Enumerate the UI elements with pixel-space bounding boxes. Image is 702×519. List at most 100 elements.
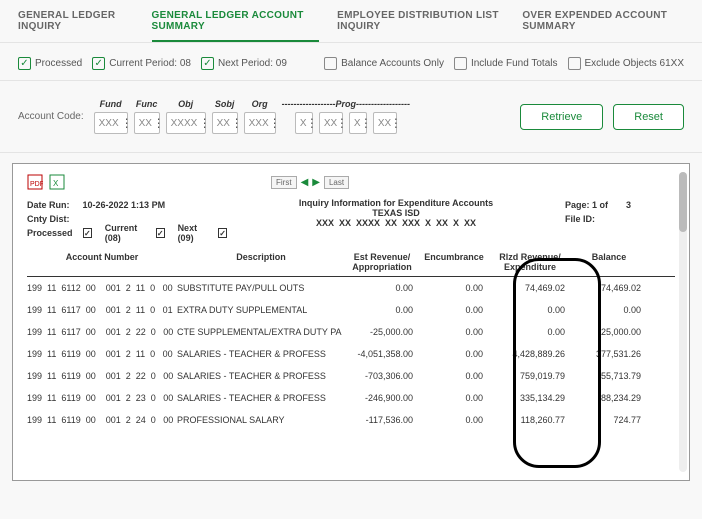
processed-label: Processed [27, 228, 73, 238]
cell-est-revenue: -246,900.00 [345, 393, 419, 403]
tab-over-expended-account-summary[interactable]: OVER EXPENDED ACCOUNT SUMMARY [522, 10, 684, 42]
retrieve-button[interactable]: Retrieve [520, 104, 603, 130]
account-code-label: Account Code: [18, 111, 84, 122]
cell-balance: 55,713.79 [571, 371, 647, 381]
grid-body: 199 11 6112 00 001 2 11 0 00SUBSTITUTE P… [27, 277, 675, 431]
table-row: 199 11 6119 00 001 2 23 0 00SALARIES - T… [27, 387, 675, 409]
account-seg-sobj: Sobj XX [212, 99, 238, 134]
checkbox-include-fund-totals[interactable]: Include Fund Totals [454, 57, 558, 70]
prog2-input[interactable]: XX [319, 112, 343, 134]
date-run-value: 10-26-2022 1:13 PM [83, 200, 166, 210]
prog3-input[interactable]: X [349, 112, 367, 134]
func-input[interactable]: XX [134, 112, 160, 134]
col-rlzd-revenue: Rlzd Revenue/Expenditure [489, 252, 571, 272]
cell-balance: 377,531.26 [571, 349, 647, 359]
table-row: 199 11 6119 00 001 2 22 0 00SALARIES - T… [27, 365, 675, 387]
col-est-revenue: Est Revenue/Appropriation [345, 252, 419, 272]
cell-rlzd-revenue: 0.00 [489, 305, 571, 315]
tab-general-ledger-inquiry[interactable]: GENERAL LEDGER INQUIRY [18, 10, 134, 42]
seg-label: Org [252, 99, 268, 109]
grid-header: Account Number Description Est Revenue/A… [27, 244, 675, 277]
seg-label: Sobj [215, 99, 235, 109]
excel-icon[interactable]: X [49, 174, 65, 190]
cell-est-revenue: -703,306.00 [345, 371, 419, 381]
cell-description: SALARIES - TEACHER & PROFESS [177, 393, 345, 403]
col-account-number: Account Number [27, 252, 177, 272]
cell-rlzd-revenue: 4,428,889.26 [489, 349, 571, 359]
cell-balance: 74,469.02 [571, 283, 647, 293]
checkbox-label: Balance Accounts Only [341, 58, 444, 69]
report-toolbar: PDF X First ◀ ▶ Last [27, 174, 675, 190]
cell-description: PROFESSIONAL SALARY [177, 415, 345, 425]
scrollbar-thumb[interactable] [679, 172, 687, 232]
account-seg-func: Func XX [134, 99, 160, 134]
table-row: 199 11 6119 00 001 2 24 0 00PROFESSIONAL… [27, 409, 675, 431]
report-title: Inquiry Information for Expenditure Acco… [227, 198, 565, 208]
report-panel: PDF X First ◀ ▶ Last Date Run: 10-26-202… [12, 163, 690, 481]
next-page-icon[interactable]: ▶ [312, 177, 320, 188]
cell-rlzd-revenue: 759,019.79 [489, 371, 571, 381]
pdf-icon[interactable]: PDF [27, 174, 43, 190]
checkbox-balance-accounts-only[interactable]: Balance Accounts Only [324, 57, 444, 70]
cell-encumbrance: 0.00 [419, 327, 489, 337]
cell-balance: 0.00 [571, 305, 647, 315]
cell-encumbrance: 0.00 [419, 349, 489, 359]
checkbox-processed[interactable]: ✓ Processed [18, 57, 82, 70]
sobj-input[interactable]: XX [212, 112, 238, 134]
checkbox-exclude-objects-61xx[interactable]: Exclude Objects 61XX [568, 57, 685, 70]
tab-general-ledger-account-summary[interactable]: GENERAL LEDGER ACCOUNT SUMMARY [152, 10, 320, 42]
checkbox-current-period[interactable]: ✓ Current Period: 08 [92, 57, 191, 70]
cell-description: EXTRA DUTY SUPPLEMENTAL [177, 305, 345, 315]
check-icon: ✓ [83, 228, 92, 238]
page-label: Page: 1 of [565, 200, 608, 210]
fund-input[interactable]: XXX [94, 112, 128, 134]
scrollbar[interactable] [679, 172, 687, 472]
seg-label: Func [136, 99, 158, 109]
col-description: Description [177, 252, 345, 272]
cell-encumbrance: 0.00 [419, 415, 489, 425]
prog4-input[interactable]: XX [373, 112, 397, 134]
account-seg-obj: Obj XXXX [166, 99, 206, 134]
cell-description: SUBSTITUTE PAY/PULL OUTS [177, 283, 345, 293]
last-page-button[interactable]: Last [324, 176, 349, 189]
check-icon: ✓ [18, 57, 31, 70]
account-seg-org: Org XXX [244, 99, 276, 134]
cell-balance: 88,234.29 [571, 393, 647, 403]
cell-encumbrance: 0.00 [419, 371, 489, 381]
checkbox-label: Processed [35, 58, 82, 69]
org-input[interactable]: XXX [244, 112, 276, 134]
seg-label: Obj [178, 99, 193, 109]
reset-button[interactable]: Reset [613, 104, 684, 130]
report-org: TEXAS ISD [227, 208, 565, 218]
cell-rlzd-revenue: 0.00 [489, 327, 571, 337]
account-seg-prog-group: ------------------Prog------------------… [282, 99, 410, 134]
table-row: 199 11 6119 00 001 2 11 0 00SALARIES - T… [27, 343, 675, 365]
account-seg-fund: Fund XXX [94, 99, 128, 134]
cell-est-revenue: 0.00 [345, 283, 419, 293]
filters-row: ✓ Processed ✓ Current Period: 08 ✓ Next … [0, 43, 702, 81]
first-page-button[interactable]: First [271, 176, 297, 189]
cell-account-number: 199 11 6117 00 001 2 22 0 00 [27, 327, 177, 337]
cell-description: SALARIES - TEACHER & PROFESS [177, 371, 345, 381]
obj-input[interactable]: XXXX [166, 112, 206, 134]
check-icon [454, 57, 467, 70]
check-icon [324, 57, 337, 70]
prev-page-icon[interactable]: ◀ [301, 177, 309, 188]
check-icon: ✓ [218, 228, 227, 238]
cell-account-number: 199 11 6119 00 001 2 24 0 00 [27, 415, 177, 425]
svg-text:X: X [53, 179, 59, 188]
checkbox-label: Exclude Objects 61XX [585, 58, 685, 69]
cell-est-revenue: 0.00 [345, 305, 419, 315]
checkbox-label: Next Period: 09 [218, 58, 287, 69]
report-meta: Date Run: 10-26-2022 1:13 PM Cnty Dist: … [27, 198, 675, 240]
tab-bar: GENERAL LEDGER INQUIRY GENERAL LEDGER AC… [0, 0, 702, 43]
check-icon: ✓ [156, 228, 165, 238]
svg-text:PDF: PDF [30, 181, 43, 188]
tab-employee-distribution-list-inquiry[interactable]: EMPLOYEE DISTRIBUTION LIST INQUIRY [337, 10, 504, 42]
page-total: 3 [626, 200, 631, 210]
prog1-input[interactable]: X [295, 112, 313, 134]
checkbox-next-period[interactable]: ✓ Next Period: 09 [201, 57, 287, 70]
cell-description: CTE SUPPLEMENTAL/EXTRA DUTY PA [177, 327, 345, 337]
table-row: 199 11 6112 00 001 2 11 0 00SUBSTITUTE P… [27, 277, 675, 299]
cell-encumbrance: 0.00 [419, 305, 489, 315]
